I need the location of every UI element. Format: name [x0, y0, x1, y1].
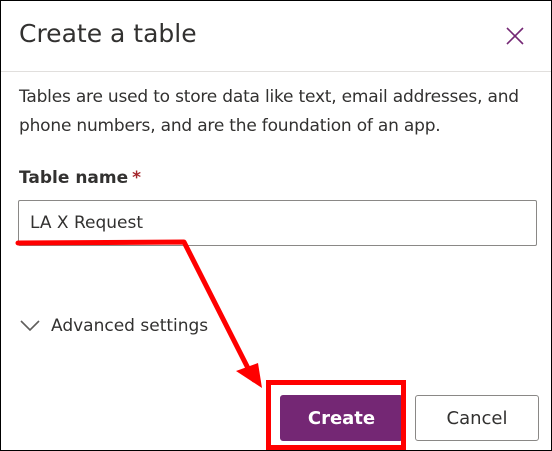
- dialog-title: Create a table: [19, 19, 197, 48]
- close-icon: [506, 27, 524, 45]
- chevron-down-icon: [20, 320, 40, 332]
- required-marker: *: [132, 168, 142, 188]
- dialog-header: Create a table: [1, 1, 551, 72]
- table-name-label-text: Table name: [19, 168, 129, 188]
- table-name-label: Table name *: [19, 165, 141, 191]
- footer-divider: [1, 379, 551, 380]
- cancel-button[interactable]: Cancel: [415, 395, 539, 441]
- create-button[interactable]: Create: [280, 395, 403, 441]
- advanced-settings-label: Advanced settings: [51, 316, 209, 336]
- close-button[interactable]: [500, 21, 530, 51]
- create-table-dialog: Create a table Tables are used to store …: [0, 0, 552, 451]
- dialog-description: Tables are used to store data like text,…: [19, 87, 519, 136]
- advanced-settings-toggle[interactable]: Advanced settings: [19, 311, 208, 341]
- table-name-input[interactable]: [18, 200, 537, 246]
